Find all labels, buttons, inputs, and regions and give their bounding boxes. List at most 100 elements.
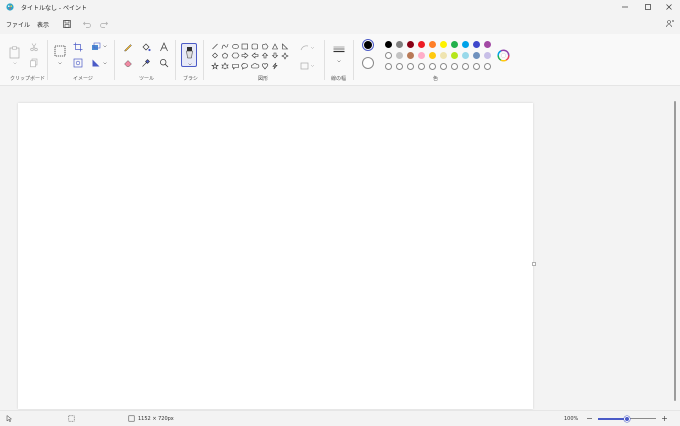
custom-color-slot[interactable]	[396, 63, 403, 70]
color-swatch[interactable]	[418, 41, 425, 48]
menu-view[interactable]: 表示	[37, 20, 49, 29]
cut-icon[interactable]	[29, 42, 39, 52]
window-title: タイトルなし - ペイント	[21, 5, 87, 12]
redo-icon[interactable]	[99, 19, 109, 29]
color-swatch[interactable]	[473, 52, 480, 59]
color-swatch[interactable]	[451, 52, 458, 59]
resize-icon[interactable]	[91, 42, 101, 52]
ribbon-separator	[353, 40, 354, 80]
custom-color-slot[interactable]	[462, 63, 469, 70]
color-swatch[interactable]	[396, 41, 403, 48]
ribbon-separator	[203, 40, 204, 80]
rotate-flip-icon[interactable]	[91, 58, 101, 68]
outline-dropdown[interactable]	[300, 44, 316, 52]
minimize-button[interactable]	[614, 0, 636, 14]
color-swatch[interactable]	[473, 41, 480, 48]
color-swatch[interactable]	[385, 41, 392, 48]
brush-icon	[186, 47, 193, 59]
ribbon-separator	[324, 40, 325, 80]
zoom-out-icon[interactable]	[586, 415, 593, 422]
save-icon[interactable]	[62, 19, 72, 29]
pencil-icon[interactable]	[123, 42, 133, 52]
magnifier-icon[interactable]	[159, 58, 169, 68]
color-swatch[interactable]	[440, 52, 447, 59]
share-icon[interactable]	[665, 19, 675, 29]
color-swatch[interactable]	[451, 41, 458, 48]
zoom-slider-fill	[598, 417, 627, 420]
brush-chevron-icon	[188, 63, 192, 66]
fill-dropdown[interactable]	[300, 62, 316, 70]
rounded-rectangle-shape-icon	[251, 43, 258, 50]
text-icon[interactable]	[159, 42, 169, 52]
eraser-icon[interactable]	[123, 58, 133, 68]
image-selection-icon[interactable]	[73, 58, 83, 68]
right-triangle-shape-icon	[282, 43, 289, 50]
polygon-shape-icon	[262, 43, 269, 50]
canvas-resize-handle[interactable]	[532, 262, 536, 266]
title-bar: タイトルなし - ペイント	[0, 0, 680, 14]
copy-icon[interactable]	[29, 58, 39, 68]
close-button[interactable]	[658, 0, 680, 14]
primary-color[interactable]	[362, 39, 374, 51]
lightning-shape-icon	[272, 62, 278, 70]
zoom-slider[interactable]	[598, 414, 656, 423]
ribbon: クリップボード イメージ ツール ブラシ 図形 線の幅 色	[0, 34, 680, 86]
select-icon[interactable]	[54, 45, 66, 57]
color-swatch[interactable]	[429, 52, 436, 59]
edit-colors-icon[interactable]	[497, 49, 510, 62]
five-point-star-shape-icon	[211, 62, 219, 70]
vertical-scrollbar-thumb[interactable]	[674, 101, 676, 401]
custom-color-slot[interactable]	[429, 63, 436, 70]
color-picker-icon[interactable]	[141, 58, 151, 68]
group-label-colors: 色	[433, 76, 439, 82]
custom-color-slot[interactable]	[385, 63, 392, 70]
oval-callout-shape-icon	[241, 63, 248, 70]
crop-icon[interactable]	[73, 42, 83, 52]
rectangle-shape-icon	[241, 43, 248, 50]
color-swatch[interactable]	[429, 41, 436, 48]
custom-color-slot[interactable]	[484, 63, 491, 70]
maximize-button[interactable]	[637, 0, 659, 14]
color-swatch[interactable]	[418, 52, 425, 59]
menu-file[interactable]: ファイル	[6, 20, 30, 29]
custom-color-slot[interactable]	[407, 63, 414, 70]
canvas-workspace	[0, 87, 672, 409]
custom-color-slot[interactable]	[440, 63, 447, 70]
paste-chevron-icon[interactable]	[13, 62, 17, 65]
zoom-in-icon[interactable]	[661, 415, 668, 422]
select-chevron-icon[interactable]	[58, 62, 62, 65]
triangle-shape-icon	[272, 43, 278, 50]
color-swatch[interactable]	[407, 52, 414, 59]
secondary-color[interactable]	[362, 57, 374, 69]
resize-chevron-icon[interactable]	[103, 45, 107, 48]
color-swatch[interactable]	[484, 52, 491, 59]
shapes-gallery[interactable]	[211, 41, 291, 73]
color-swatch[interactable]	[462, 41, 469, 48]
ribbon-separator	[175, 40, 176, 80]
brush-button[interactable]	[181, 43, 197, 67]
group-label-tools: ツール	[139, 76, 155, 82]
zoom-slider-thumb[interactable]	[624, 415, 630, 422]
rotate-chevron-icon[interactable]	[103, 62, 107, 65]
custom-color-slot[interactable]	[473, 63, 480, 70]
color-swatch[interactable]	[440, 41, 447, 48]
oval-shape-icon	[232, 43, 239, 50]
stroke-size-chevron-icon[interactable]	[337, 60, 341, 63]
zoom-level-label[interactable]: 100%	[564, 416, 578, 422]
fill-icon[interactable]	[141, 42, 151, 52]
group-label-image: イメージ	[73, 76, 93, 82]
color-swatch[interactable]	[407, 41, 414, 48]
color-swatch[interactable]	[462, 52, 469, 59]
hexagon-shape-icon	[231, 52, 240, 59]
color-swatch[interactable]	[385, 52, 392, 59]
vertical-scrollbar[interactable]	[674, 93, 677, 409]
color-swatch[interactable]	[396, 52, 403, 59]
stroke-size-icon[interactable]	[333, 46, 345, 54]
custom-color-slot[interactable]	[418, 63, 425, 70]
drawing-canvas[interactable]	[18, 103, 533, 409]
group-label-shapes: 図形	[258, 76, 269, 82]
color-swatch[interactable]	[484, 41, 491, 48]
paste-icon[interactable]	[9, 46, 20, 59]
undo-icon[interactable]	[82, 19, 92, 29]
custom-color-slot[interactable]	[451, 63, 458, 70]
